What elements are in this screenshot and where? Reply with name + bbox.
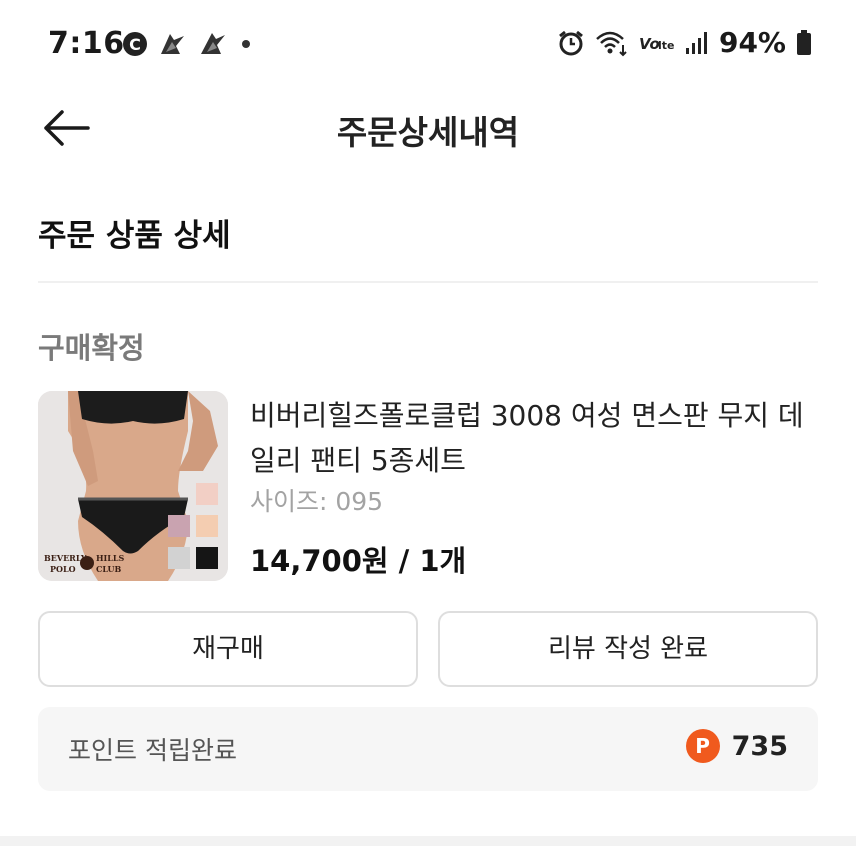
svg-text:C: C <box>129 35 141 54</box>
rebuy-button[interactable]: 재구매 <box>38 611 418 687</box>
volte-icon: Vo lte <box>639 35 675 53</box>
order-status: 구매확정 <box>38 331 145 365</box>
notification-bird-icon <box>161 34 184 54</box>
status-notification-icons: C <box>122 30 254 58</box>
product-image[interactable]: BEVERLY HILLS POLO CLUB <box>38 391 228 581</box>
svg-text:HILLS: HILLS <box>96 553 125 563</box>
status-time: 7:16 <box>48 26 125 61</box>
points-p-icon: P <box>685 729 720 763</box>
points-label: 포인트 적립완료 <box>68 736 237 765</box>
page-title: 주문상세내역 <box>336 113 520 152</box>
product-option: 사이즈: 095 <box>250 487 384 516</box>
section-title: 주문 상품 상세 <box>38 218 231 254</box>
review-complete-button[interactable]: 리뷰 작성 완료 <box>438 611 818 687</box>
svg-text:Vo: Vo <box>639 35 660 53</box>
notification-bird-icon <box>201 33 225 54</box>
svg-text:lte: lte <box>658 39 675 52</box>
section-separator <box>0 836 856 846</box>
app-header: 주문상세내역 <box>0 92 856 164</box>
swatch-2 <box>168 515 190 537</box>
signal-icon <box>685 31 707 54</box>
product-photo: BEVERLY HILLS POLO CLUB <box>38 391 228 581</box>
swatch-4 <box>168 547 190 569</box>
product-price: 14,700원 / 1개 <box>250 544 467 578</box>
dot-icon <box>242 40 250 48</box>
swatch-3 <box>196 515 218 537</box>
wifi-icon <box>596 31 627 56</box>
status-bar: 7:16 C Vo lte 94% <box>0 0 856 92</box>
alarm-icon <box>559 30 583 55</box>
battery-icon <box>797 29 811 55</box>
swatch-1 <box>196 483 218 505</box>
battery-percent: 94% <box>718 26 786 59</box>
divider <box>38 281 818 283</box>
product-name[interactable]: 비버리힐즈폴로클럽 3008 여성 면스판 무지 데일리 팬티 5종세트 <box>250 393 810 483</box>
svg-text:CLUB: CLUB <box>96 564 122 574</box>
svg-text:POLO: POLO <box>50 564 76 574</box>
points-box: 포인트 적립완료 P 735 <box>38 707 818 791</box>
swatch-5 <box>196 547 218 569</box>
points-value: 735 <box>731 730 788 762</box>
c-circle-icon: C <box>123 32 147 56</box>
